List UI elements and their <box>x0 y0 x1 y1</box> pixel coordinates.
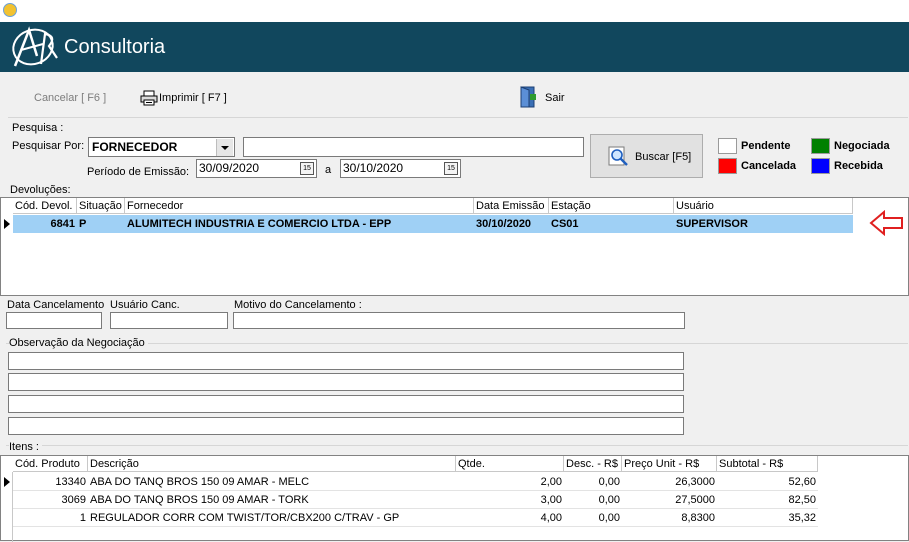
brand-name: Consultoria <box>64 36 166 58</box>
arrow-left-icon <box>869 210 903 236</box>
grid-indicator-divider <box>12 472 13 542</box>
column-header[interactable]: Cód. Devol. <box>13 198 77 214</box>
legend-swatch-pendente <box>718 138 737 154</box>
divider <box>8 117 908 118</box>
divider <box>6 445 908 446</box>
logo-icon <box>12 26 58 67</box>
cancel-reason-field[interactable] <box>233 312 685 329</box>
search-button-label: Buscar [F5] <box>635 151 692 163</box>
table-row[interactable]: 6841 P ALUMITECH INDUSTRIA E COMERCIO LT… <box>13 215 853 233</box>
column-header[interactable]: Fornecedor <box>125 198 474 214</box>
devolucoes-section-label: Devoluções: <box>10 184 71 196</box>
column-header[interactable]: Subtotal - R$ <box>717 456 818 472</box>
column-header[interactable]: Preço Unit - R$ <box>622 456 717 472</box>
cell-descricao: REGULADOR CORR COM TWIST/TOR/CBX200 C/TR… <box>90 512 400 524</box>
legend-label-negociada: Negociada <box>834 140 890 152</box>
column-header[interactable]: Data Emissão <box>474 198 549 214</box>
observacao-line-4[interactable] <box>8 417 684 435</box>
column-header[interactable]: Cód. Produto <box>13 456 88 472</box>
legend-label-recebida: Recebida <box>834 160 883 172</box>
legend-label-pendente: Pendente <box>741 140 791 152</box>
column-header[interactable]: Estação <box>549 198 674 214</box>
print-button-label: Imprimir [ F7 ] <box>159 92 227 104</box>
legend-label-cancelada: Cancelada <box>741 160 797 172</box>
row-indicator-icon <box>4 219 10 229</box>
column-header[interactable]: Qtde. <box>456 456 564 472</box>
observacao-line-1[interactable] <box>8 352 684 370</box>
cancel-reason-label: Motivo do Cancelamento : <box>234 299 362 311</box>
cell-desc: 0,00 <box>598 512 620 524</box>
cell-subtotal: 82,50 <box>788 494 816 506</box>
search-by-select[interactable]: FORNECEDOR <box>88 137 235 157</box>
period-label: Período de Emissão: <box>87 166 190 178</box>
cell-qtde: 2,00 <box>540 476 562 488</box>
cell-cod-produto: 3069 <box>61 494 86 506</box>
cell-subtotal: 35,32 <box>788 512 816 524</box>
row-indicator-icon <box>4 477 10 487</box>
calendar-icon[interactable]: 15 <box>444 162 458 175</box>
date-from-value: 30/09/2020 <box>199 161 260 175</box>
itens-section-label: Itens : <box>9 441 42 453</box>
cell-qtde: 4,00 <box>540 512 562 524</box>
table-row[interactable]: 1 REGULADOR CORR COM TWIST/TOR/CBX200 C/… <box>13 509 818 527</box>
devolucoes-grid[interactable]: Cód. Devol. Situação Fornecedor Data Emi… <box>0 197 909 296</box>
calendar-icon[interactable]: 15 <box>300 162 314 175</box>
printer-icon <box>140 90 158 106</box>
column-header[interactable]: Descrição <box>88 456 456 472</box>
date-to-value: 30/10/2020 <box>343 161 404 175</box>
observacao-line-2[interactable] <box>8 373 684 391</box>
cancel-user-field[interactable] <box>110 312 228 329</box>
table-row[interactable]: 3069 ABA DO TANQ BROS 150 09 AMAR - TORK… <box>13 491 818 509</box>
cell-cod: 6841 <box>50 218 75 230</box>
column-header[interactable]: Situação <box>77 198 125 214</box>
observacao-line-3[interactable] <box>8 395 684 413</box>
window-titlebar <box>0 0 909 22</box>
search-by-label: Pesquisar Por: <box>12 140 85 152</box>
cell-data-emissao: 30/10/2020 <box>476 218 532 230</box>
cancel-button[interactable]: Cancelar [ F6 ] <box>34 89 106 107</box>
exit-button-label: Sair <box>545 92 565 104</box>
cancel-date-field[interactable] <box>6 312 102 329</box>
search-by-value: FORNECEDOR <box>92 140 178 154</box>
itens-grid[interactable]: Cód. Produto Descrição Qtde. Desc. - R$ … <box>0 455 909 542</box>
observacao-label: Observação da Negociação <box>9 337 148 349</box>
cell-usuario: SUPERVISOR <box>676 218 748 230</box>
date-to-field[interactable]: 30/10/2020 15 <box>340 159 461 178</box>
cell-preco: 8,8300 <box>681 512 715 524</box>
search-button[interactable]: Buscar [F5] <box>590 134 703 178</box>
cell-desc: 0,00 <box>598 494 620 506</box>
legend-swatch-cancelada <box>718 158 737 174</box>
cell-fornecedor: ALUMITECH INDUSTRIA E COMERCIO LTDA - EP… <box>127 218 392 230</box>
legend-swatch-negociada <box>811 138 830 154</box>
cell-subtotal: 52,60 <box>788 476 816 488</box>
cell-preco: 26,3000 <box>675 476 715 488</box>
cell-descricao: ABA DO TANQ BROS 150 09 AMAR - MELC <box>90 476 310 488</box>
chevron-down-icon[interactable] <box>216 139 233 156</box>
cell-desc: 0,00 <box>598 476 620 488</box>
cell-cod-produto: 1 <box>79 512 86 524</box>
search-input[interactable] <box>243 137 584 157</box>
date-separator: a <box>325 164 332 176</box>
column-header[interactable]: Usuário <box>674 198 853 214</box>
cancel-date-label: Data Cancelamento <box>7 299 105 311</box>
table-row[interactable]: 13340 ABA DO TANQ BROS 150 09 AMAR - MEL… <box>13 473 818 491</box>
cell-cod-produto: 13340 <box>55 476 86 488</box>
cell-situacao: P <box>79 218 87 230</box>
date-from-field[interactable]: 30/09/2020 15 <box>196 159 317 178</box>
legend-swatch-recebida <box>811 158 830 174</box>
cell-qtde: 3,00 <box>540 494 562 506</box>
column-header[interactable]: Desc. - R$ <box>564 456 622 472</box>
door-exit-icon <box>520 86 536 108</box>
magnifier-icon <box>608 146 628 166</box>
search-section-label: Pesquisa : <box>12 122 64 134</box>
app-icon[interactable] <box>3 3 17 17</box>
cell-preco: 27,5000 <box>675 494 715 506</box>
cell-estacao: CS01 <box>551 218 579 230</box>
cell-descricao: ABA DO TANQ BROS 150 09 AMAR - TORK <box>90 494 309 506</box>
header-banner: Consultoria <box>0 22 909 72</box>
cancel-user-label: Usuário Canc. <box>110 299 180 311</box>
